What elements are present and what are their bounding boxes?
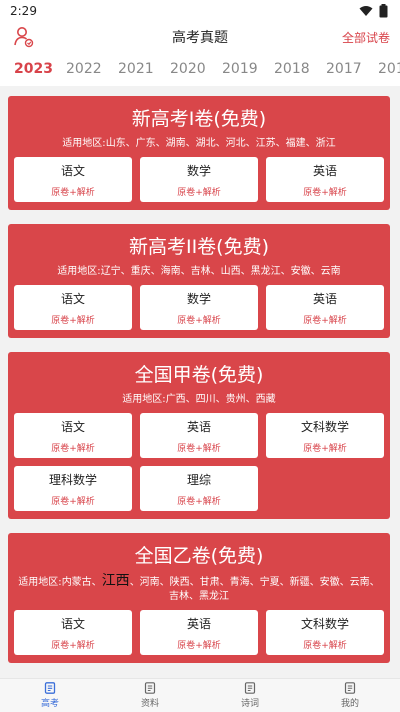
subject-name: 理科数学 [48, 472, 97, 487]
region-label: 适用地区: [57, 266, 101, 277]
subject-name: 文科数学 [300, 419, 349, 434]
card-title: 全国乙卷(免费) [134, 545, 264, 567]
subject-name: 语文 [60, 419, 85, 434]
tab-exam[interactable]: 高考 [0, 679, 100, 712]
tab-label: 高考 [40, 699, 59, 709]
subject-sub: 原卷+解析 [303, 443, 347, 454]
subject-name: 文科数学 [300, 616, 349, 631]
paper-card: 新高考II卷(免费) 适用地区:辽宁、重庆、海南、吉林、山西、黑龙江、安徽、云南… [8, 224, 390, 338]
subject-sub: 原卷+解析 [177, 640, 221, 651]
year-tab[interactable]: 2020 [170, 61, 222, 77]
subject-button[interactable]: 英语原卷+解析 [140, 413, 258, 458]
subject-sub: 原卷+解析 [303, 315, 347, 326]
region-label: 适用地区: [18, 577, 62, 588]
bottom-tab-bar: 高考 资料 诗词 我的 [0, 678, 400, 712]
paper-card: 新高考I卷(免费) 适用地区:山东、广东、湖南、湖北、河北、江苏、福建、浙江 语… [8, 96, 390, 210]
subject-sub: 原卷+解析 [303, 187, 347, 198]
year-tab[interactable]: 2021 [118, 61, 170, 77]
subject-name: 语文 [60, 291, 85, 306]
card-title: 全国甲卷(免费) [134, 364, 264, 386]
subject-sub: 原卷+解析 [303, 640, 347, 651]
tab-label: 我的 [340, 699, 359, 709]
all-papers-link[interactable]: 全部试卷 [342, 29, 390, 46]
subject-name: 英语 [312, 163, 337, 178]
region-list: 广西、四川、贵州、西藏 [165, 394, 276, 405]
subject-button[interactable]: 语文原卷+解析 [14, 610, 132, 655]
subject-name: 语文 [60, 616, 85, 631]
subject-sub: 原卷+解析 [177, 315, 221, 326]
tab-poems[interactable]: 诗词 [200, 679, 300, 712]
subject-sub: 原卷+解析 [177, 496, 221, 507]
region-list: 内蒙古、 [61, 577, 102, 588]
region-list: 山东、广东、湖南、湖北、河北、江苏、福建、浙江 [105, 138, 336, 149]
card-title: 新高考II卷(免费) [128, 236, 270, 258]
subject-sub: 原卷+解析 [51, 443, 95, 454]
paper-card: 全国乙卷(免费) 适用地区:内蒙古、江西、河南、陕西、甘肃、青海、宁夏、新疆、安… [8, 533, 390, 663]
subject-name: 理综 [186, 472, 211, 487]
subject-button[interactable]: 文科数学原卷+解析 [266, 413, 384, 458]
subject-sub: 原卷+解析 [177, 187, 221, 198]
subject-button[interactable]: 理科数学原卷+解析 [14, 466, 132, 511]
year-tab[interactable]: 2016 [378, 61, 400, 77]
card-region: 适用地区:山东、广东、湖南、湖北、河北、江苏、福建、浙江 [14, 137, 384, 151]
user-share-icon[interactable] [12, 25, 36, 49]
subject-sub: 原卷+解析 [51, 640, 95, 651]
subject-button[interactable]: 英语原卷+解析 [266, 157, 384, 202]
exam-icon [44, 682, 56, 694]
subject-button[interactable]: 数学原卷+解析 [140, 285, 258, 330]
subject-button[interactable]: 英语原卷+解析 [140, 610, 258, 655]
subject-button[interactable]: 语文原卷+解析 [14, 157, 132, 202]
status-icons [359, 4, 388, 18]
subject-button[interactable]: 数学原卷+解析 [140, 157, 258, 202]
subject-button[interactable]: 语文原卷+解析 [14, 285, 132, 330]
subject-name: 英语 [186, 419, 211, 434]
year-tab[interactable]: 2019 [222, 61, 274, 77]
subject-sub: 原卷+解析 [177, 443, 221, 454]
subject-button[interactable]: 语文原卷+解析 [14, 413, 132, 458]
tab-materials[interactable]: 资料 [100, 679, 200, 712]
year-tab[interactable]: 2023 [14, 61, 66, 77]
subject-name: 英语 [186, 616, 211, 631]
poem-icon [244, 682, 256, 694]
paper-card: 全国甲卷(免费) 适用地区:广西、四川、贵州、西藏 语文原卷+解析 英语原卷+解… [8, 352, 390, 519]
year-tab[interactable]: 2018 [274, 61, 326, 77]
battery-icon [379, 4, 388, 18]
paper-list: 新高考I卷(免费) 适用地区:山东、广东、湖南、湖北、河北、江苏、福建、浙江 语… [0, 96, 400, 678]
card-region: 适用地区:辽宁、重庆、海南、吉林、山西、黑龙江、安徽、云南 [14, 265, 384, 279]
region-highlight: 江西 [101, 573, 130, 589]
subject-name: 英语 [312, 291, 337, 306]
card-region: 适用地区:内蒙古、江西、河南、陕西、甘肃、青海、宁夏、新疆、安徽、云南、吉林、黑… [14, 574, 384, 604]
page-title: 高考真题 [172, 30, 228, 46]
tab-profile[interactable]: 我的 [300, 679, 400, 712]
document-icon [144, 682, 156, 694]
region-list: 、河南、陕西、甘肃、青海、宁夏、新疆、安徽、云南、吉林、黑龙江 [129, 577, 380, 602]
year-tab[interactable]: 2022 [66, 61, 118, 77]
region-label: 适用地区: [62, 138, 106, 149]
subject-sub: 原卷+解析 [51, 315, 95, 326]
subject-button[interactable]: 理综原卷+解析 [140, 466, 258, 511]
subject-button[interactable]: 英语原卷+解析 [266, 285, 384, 330]
status-bar: 2:29 [0, 0, 400, 22]
year-tabs: 2023 2022 2021 2020 2019 2018 2017 2016 [0, 52, 400, 86]
app-header: 高考真题 全部试卷 [0, 22, 400, 52]
region-label: 适用地区: [122, 394, 166, 405]
subject-name: 数学 [186, 291, 211, 306]
subject-sub: 原卷+解析 [51, 496, 95, 507]
subject-name: 语文 [60, 163, 85, 178]
region-list: 辽宁、重庆、海南、吉林、山西、黑龙江、安徽、云南 [100, 266, 341, 277]
tab-label: 诗词 [240, 699, 259, 709]
subject-button[interactable]: 文科数学原卷+解析 [266, 610, 384, 655]
subject-sub: 原卷+解析 [51, 187, 95, 198]
year-tab[interactable]: 2017 [326, 61, 378, 77]
profile-icon [344, 682, 356, 694]
subject-name: 数学 [186, 163, 211, 178]
card-region: 适用地区:广西、四川、贵州、西藏 [14, 393, 384, 407]
wifi-icon [359, 6, 373, 16]
card-title: 新高考I卷(免费) [131, 108, 267, 130]
status-time: 2:29 [10, 4, 37, 18]
tab-label: 资料 [140, 699, 159, 709]
